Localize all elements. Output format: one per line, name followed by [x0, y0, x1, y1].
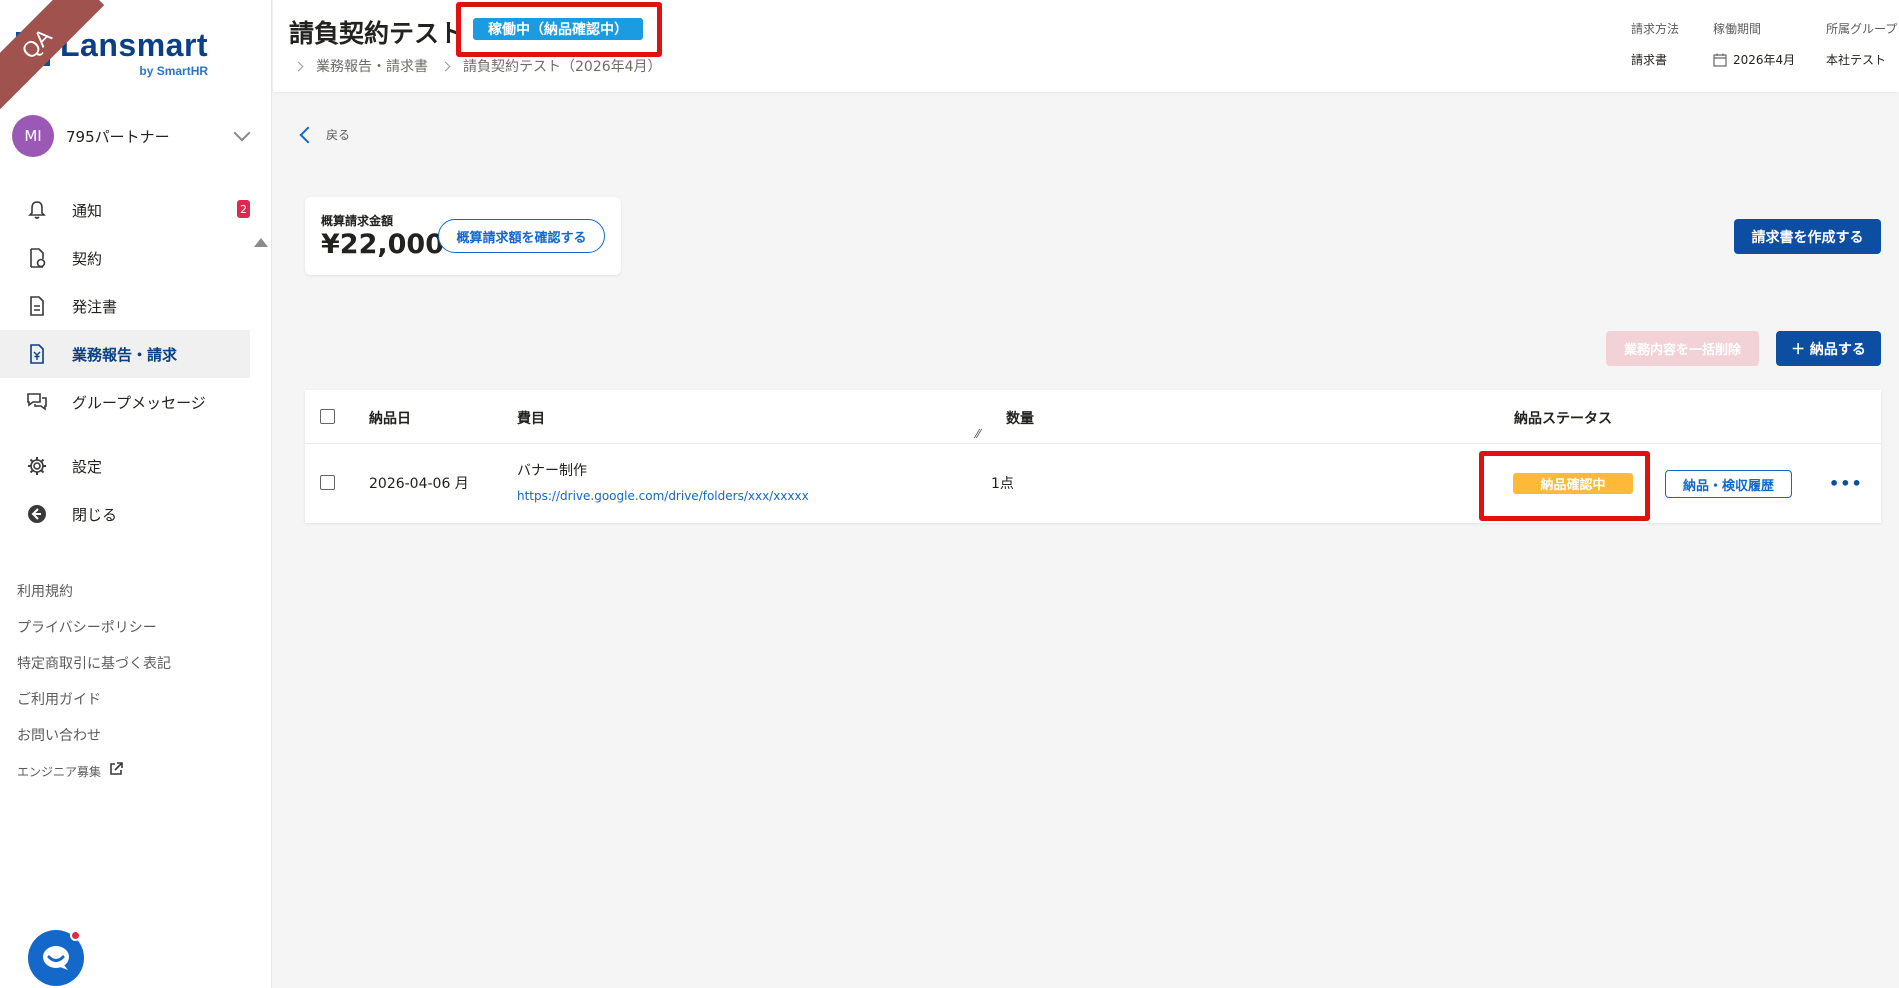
sidebar-item-label: 契約: [72, 249, 103, 268]
meta-value: 2026年4月: [1713, 51, 1795, 68]
table-divider: [305, 443, 1881, 444]
billing-method-meta: 請求方法 請求書: [1631, 20, 1679, 68]
delivery-date: 2026-04-06 月: [369, 476, 469, 492]
calendar-icon: [1713, 53, 1727, 67]
row-checkbox[interactable]: [320, 475, 335, 490]
terms-link[interactable]: 利用規約: [17, 574, 171, 610]
deliverable-link[interactable]: https://drive.google.com/drive/folders/x…: [517, 489, 809, 503]
meta-value: 本社テスト: [1826, 53, 1887, 67]
quantity: 1点: [991, 476, 1014, 492]
chevron-down-icon: [233, 124, 251, 142]
sidebar-item-close[interactable]: 閉じる: [0, 490, 250, 538]
chevron-right-icon: [440, 61, 451, 71]
commerce-law-link[interactable]: 特定商取引に基づく表記: [17, 646, 171, 682]
deliver-button[interactable]: ＋ 納品する: [1776, 331, 1881, 366]
column-resize-icon[interactable]: ⁄⁄: [976, 427, 980, 441]
breadcrumb: 業務報告・請求書 請負契約テスト（2026年4月）: [291, 56, 662, 76]
sidebar-item-contracts[interactable]: 契約: [0, 234, 250, 282]
period-meta: 稼働期間 2026年4月: [1713, 20, 1795, 68]
highlight-frame: [1479, 451, 1650, 521]
arrow-left-circle-icon: [26, 503, 48, 525]
column-header-date: 納品日: [369, 411, 411, 427]
contact-link[interactable]: お問い合わせ: [17, 718, 171, 754]
chevron-right-icon: [293, 61, 304, 71]
unread-dot: [70, 930, 81, 941]
avatar: MI: [12, 115, 54, 157]
more-options-icon[interactable]: •••: [1829, 474, 1863, 493]
chat-icon: [43, 946, 69, 970]
sidebar-item-label: 通知: [72, 201, 103, 220]
back-label: 戻る: [326, 128, 351, 142]
sidebar-nav: 通知 2 契約 発注書 業務報告・請求 グループメッセージ 設定 閉じる: [0, 186, 250, 538]
sidebar-item-label: グループメッセージ: [72, 393, 206, 412]
highlight-frame: [456, 2, 662, 57]
column-header-quantity: 数量: [1006, 411, 1034, 427]
item-name: バナー制作: [517, 463, 587, 479]
sidebar-item-group-messages[interactable]: グループメッセージ: [0, 378, 250, 426]
brand-sub: by SmartHR: [139, 64, 209, 78]
page-header: 請負契約テスト 稼働中（納品確認中） 業務報告・請求書 請負契約テスト（2026…: [273, 0, 1899, 92]
scroll-up-icon[interactable]: [254, 238, 268, 247]
sidebar-item-notifications[interactable]: 通知 2: [0, 186, 250, 234]
sidebar-item-orders[interactable]: 発注書: [0, 282, 250, 330]
sidebar-item-label: 設定: [72, 457, 103, 476]
account-switcher[interactable]: MI 795パートナー: [12, 114, 256, 158]
sidebar-item-label: 業務報告・請求: [72, 345, 178, 364]
meta-label: 所属グループ: [1826, 22, 1898, 36]
chat-bubbles-icon: [26, 391, 48, 413]
delivery-history-button[interactable]: 納品・検収履歴: [1665, 470, 1792, 498]
meta-label: 稼働期間: [1713, 22, 1762, 36]
column-header-status: 納品ステータス: [1514, 411, 1612, 427]
column-header-item: 費目: [517, 411, 545, 427]
bulk-delete-button: 業務内容を一括削除: [1606, 331, 1759, 366]
sidebar: QA Lansmart by SmartHR MI 795パートナー 通知 2 …: [0, 0, 272, 988]
invoice-icon: [26, 343, 48, 365]
meta-label: 請求方法: [1631, 22, 1680, 36]
contract-icon: [26, 247, 48, 269]
bell-icon: [26, 199, 48, 221]
create-invoice-button[interactable]: 請求書を作成する: [1734, 219, 1881, 254]
meta-value: 請求書: [1631, 53, 1668, 67]
account-name: 795パートナー: [66, 127, 170, 146]
document-icon: [26, 295, 48, 317]
sidebar-item-label: 発注書: [72, 297, 118, 316]
estimate-card: 概算請求金額 ¥22,000 概算請求額を確認する: [305, 197, 621, 275]
guide-link[interactable]: ご利用ガイド: [17, 682, 171, 718]
back-link[interactable]: 戻る: [299, 126, 351, 143]
page-title: 請負契約テスト: [289, 19, 465, 48]
sidebar-item-settings[interactable]: 設定: [0, 442, 250, 490]
confirm-estimate-button[interactable]: 概算請求額を確認する: [438, 219, 605, 253]
estimate-amount: ¥22,000: [321, 229, 444, 260]
footer-links: 利用規約 プライバシーポリシー 特定商取引に基づく表記 ご利用ガイド お問い合わ…: [17, 574, 171, 790]
select-all-checkbox[interactable]: [320, 409, 335, 424]
brand-name: Lansmart: [60, 27, 209, 63]
external-link-icon: [109, 754, 123, 790]
period-value: 2026年4月: [1733, 53, 1796, 67]
group-meta: 所属グループ 本社テスト: [1826, 20, 1897, 68]
privacy-link[interactable]: プライバシーポリシー: [17, 610, 171, 646]
notification-count-badge: 2: [237, 200, 250, 218]
jobs-link-label: エンジニア募集: [17, 765, 102, 779]
jobs-link[interactable]: エンジニア募集: [17, 754, 171, 790]
breadcrumb-link[interactable]: 業務報告・請求書: [316, 56, 428, 76]
estimate-label: 概算請求金額: [321, 214, 394, 228]
chevron-left-icon: [299, 126, 317, 143]
gear-icon: [26, 455, 48, 477]
sidebar-item-reports[interactable]: 業務報告・請求: [0, 330, 250, 378]
breadcrumb-current: 請負契約テスト（2026年4月）: [463, 59, 662, 75]
sidebar-item-label: 閉じる: [72, 505, 118, 524]
